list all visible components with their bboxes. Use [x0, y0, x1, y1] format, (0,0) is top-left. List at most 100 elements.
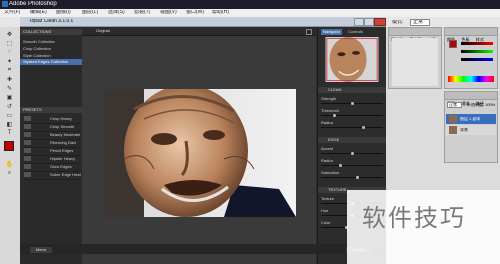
slider-track[interactable]: [321, 152, 383, 155]
lasso-tool-icon[interactable]: ◌: [4, 49, 15, 56]
heal-tool-icon[interactable]: ✚: [4, 76, 15, 83]
layers-tabs: 图层 通道 路径: [445, 92, 497, 106]
eraser-tool-icon[interactable]: ▭: [4, 112, 15, 119]
preset-thumbnail: [24, 164, 31, 169]
preset-thumbnail: [24, 132, 31, 137]
presets-header[interactable]: PRESETS: [20, 107, 82, 113]
preset-name: Glow Edges: [50, 165, 72, 169]
history-brush-icon[interactable]: ↺: [4, 103, 15, 110]
preset-thumbnail: [24, 124, 31, 129]
hand-tool-icon[interactable]: ✋: [4, 161, 15, 168]
expand-icon[interactable]: [306, 29, 312, 35]
layer-row[interactable]: 图层 1 副本: [446, 114, 496, 124]
canvas-area: Original: [82, 27, 316, 264]
opacity-label: 不透明度:: [467, 103, 485, 107]
gradient-tool-icon[interactable]: ◧: [4, 121, 15, 128]
mode-label: 模式:: [392, 20, 404, 25]
menu-view[interactable]: 视图(V): [160, 10, 177, 15]
toolbox: ✥ ⬚ ◌ ✦ ⌗ ✚ ✎ ▣ ↺ ▭ ◧ T ✋ ⌕: [0, 27, 21, 264]
collection-item-selected[interactable]: Stylized Edges Collection: [23, 60, 68, 64]
bottom-bar: Menu Cancel: [20, 244, 386, 254]
slider-knob[interactable]: [333, 114, 336, 117]
minimize-button[interactable]: [354, 18, 364, 26]
navigator-thumbnail[interactable]: [321, 37, 383, 82]
slider-label: Hue: [321, 209, 329, 213]
preset-thumbnail: [24, 172, 31, 177]
tab-original[interactable]: Original: [96, 29, 110, 33]
slider-track[interactable]: [321, 176, 383, 179]
layer-name: 图层 1 副本: [460, 117, 481, 121]
photoshop-titlebar: Adobe Photoshop: [0, 0, 500, 9]
maximize-button[interactable]: [364, 18, 374, 26]
slider-knob[interactable]: [351, 152, 354, 155]
section-header[interactable]: EDGE: [318, 137, 387, 143]
preset-thumbnail: [24, 116, 31, 121]
color-tabs: 颜色 色板 样式: [445, 28, 497, 42]
menu-edit[interactable]: 编辑(E): [30, 10, 47, 15]
left-panel: COLLECTIONS Smooth Collection Crisp Coll…: [20, 27, 83, 264]
preset-name: Crisp Heavy: [50, 117, 72, 121]
color-spectrum[interactable]: [448, 76, 494, 82]
color-slider-g[interactable]: [461, 50, 493, 53]
collection-item[interactable]: Style Collection: [23, 54, 51, 58]
brush-tool-icon[interactable]: ✎: [4, 85, 15, 92]
slider-knob[interactable]: [351, 102, 354, 105]
collection-item[interactable]: Smooth Collection: [23, 40, 55, 44]
slider-knob[interactable]: [356, 176, 359, 179]
blend-mode-select[interactable]: 正常: [447, 102, 462, 108]
ps-logo-icon: [2, 1, 8, 7]
topaz-titlebar: Topaz Clean 3.1.0.0: [20, 17, 386, 27]
layer-thumbnail: [449, 115, 457, 123]
color-slider-b[interactable]: [461, 58, 493, 61]
slider-track[interactable]: [321, 102, 383, 105]
preset-row[interactable]: Sober Edge Heat: [24, 171, 81, 180]
preview-image[interactable]: [104, 89, 296, 217]
menu-image[interactable]: 图像(I): [56, 10, 71, 15]
magic-wand-icon[interactable]: ✦: [4, 58, 15, 65]
preset-name: Sober Edge Heat: [50, 173, 81, 177]
move-tool-icon[interactable]: ✥: [4, 31, 15, 38]
zoom-tool-icon[interactable]: ⌕: [4, 170, 15, 177]
slider-track[interactable]: [321, 164, 383, 167]
slider-label: Radius: [321, 121, 334, 125]
menu-filter[interactable]: 滤镜(T): [134, 10, 150, 15]
menu-select[interactable]: 选择(S): [108, 10, 125, 15]
opacity-value[interactable]: 100%: [485, 103, 495, 107]
slider-track[interactable]: [321, 126, 383, 129]
stamp-tool-icon[interactable]: ▣: [4, 94, 15, 101]
marquee-tool-icon[interactable]: ⬚: [4, 40, 15, 47]
preset-name: Beauty Moderate: [50, 133, 81, 137]
slider-label: Threshold: [321, 109, 339, 113]
color-slider-r[interactable]: [461, 42, 493, 45]
collections-header[interactable]: COLLECTIONS: [20, 29, 82, 35]
foreground-swatch[interactable]: [449, 40, 457, 48]
preset-name: Crisp Smooth: [50, 125, 75, 129]
menu-window[interactable]: 窗口(W): [186, 10, 204, 15]
mode-select[interactable]: 正常: [410, 19, 431, 26]
color-panel: 颜色 色板 样式: [444, 27, 498, 89]
slider-track[interactable]: [321, 114, 383, 117]
section-header[interactable]: CLEAN: [318, 87, 387, 93]
topaz-window: Topaz Clean 3.1.0.0 COLLECTIONS Smooth C…: [20, 17, 387, 264]
window-title: Adobe Photoshop: [9, 1, 57, 7]
collection-item[interactable]: Crisp Collection: [23, 47, 51, 51]
tab-controls[interactable]: Controls: [348, 30, 363, 34]
text-tool-icon[interactable]: T: [4, 130, 15, 137]
tab-navigator[interactable]: Navigator: [321, 29, 343, 35]
menu-button[interactable]: Menu: [30, 247, 53, 253]
slider-label: Color: [321, 221, 331, 225]
slider-knob[interactable]: [362, 126, 365, 129]
layer-row[interactable]: 背景: [446, 125, 496, 135]
crop-tool-icon[interactable]: ⌗: [4, 67, 15, 74]
navigator-panel: 导航器 直方图 信息: [388, 27, 442, 89]
menu-help[interactable]: 帮助(H): [212, 10, 229, 15]
topaz-title: Topaz Clean 3.1.0.0: [29, 19, 74, 24]
foreground-color-swatch[interactable]: [4, 141, 14, 151]
menu-file[interactable]: 文件(F): [4, 10, 20, 15]
slider-label: Radius: [321, 159, 334, 163]
preset-thumbnail: [24, 156, 31, 161]
watermark-text: 软件技巧: [362, 206, 466, 230]
slider-knob[interactable]: [339, 164, 342, 167]
menu-layer[interactable]: 图层(L): [82, 10, 98, 15]
close-button[interactable]: [374, 18, 386, 26]
